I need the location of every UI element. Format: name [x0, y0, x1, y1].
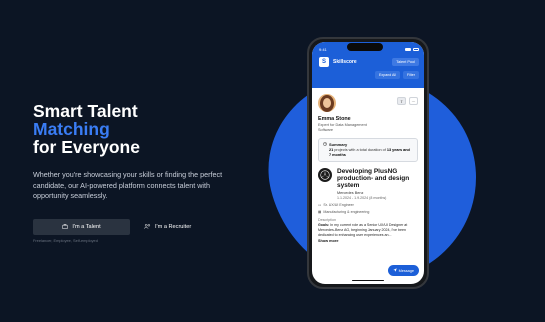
- phone-mockup: 9:41 S Skillscore Talent Pool Expand All…: [307, 37, 429, 289]
- clock-icon: [323, 142, 327, 147]
- summary-title-label: Summary: [329, 142, 348, 147]
- desc-body: In my current role as a Senior UX/UI Des…: [318, 223, 408, 238]
- job-info: Developing PlusNG production- and design…: [337, 168, 418, 200]
- recruiter-button[interactable]: I'm a Recruiter: [144, 223, 192, 231]
- profile-role-line1: Expert for Data Management: [318, 123, 367, 127]
- battery-icon: [413, 48, 419, 51]
- briefcase-icon: [62, 223, 69, 231]
- summary-title: Summary: [323, 142, 413, 147]
- status-icons: [405, 48, 419, 51]
- headline-accent: Matching: [33, 119, 110, 139]
- job-position-label: Sr. UX/UI Engineer: [323, 203, 354, 208]
- mercedes-logo-icon: [318, 168, 332, 183]
- message-button-label: Message: [398, 268, 414, 273]
- avatar-face: [323, 98, 331, 108]
- job-entry[interactable]: Developing PlusNG production- and design…: [318, 168, 418, 200]
- profile-actions: ⇪ ⋯: [397, 97, 418, 105]
- talent-pool-button[interactable]: Talent Pool: [392, 58, 419, 66]
- message-button[interactable]: Message: [387, 265, 419, 276]
- job-position: ▭ Sr. UX/UI Engineer: [318, 203, 418, 207]
- toolbar: Expand All Filter: [319, 71, 419, 79]
- show-more-link[interactable]: Show more: [318, 239, 418, 243]
- share-icon[interactable]: ⇪: [397, 97, 406, 105]
- summary-card: Summary 21 projects with a total duratio…: [318, 138, 418, 163]
- dynamic-island: [347, 43, 383, 51]
- summary-text: 21 projects with a total duration of 13 …: [323, 148, 413, 158]
- profile-role: Expert for Data Management Software: [318, 123, 418, 133]
- home-indicator: [352, 279, 384, 281]
- job-dates: 1.1.2024 - 1.9.2024 (8 months): [337, 196, 387, 201]
- description-label: Description: [318, 218, 336, 223]
- profile-role-line2: Software: [318, 128, 333, 132]
- send-icon: [392, 268, 397, 273]
- avatar: [318, 94, 336, 112]
- users-icon: [144, 223, 151, 231]
- profile-content: ⇪ ⋯ Emma Stone Expert for Data Managemen…: [312, 88, 424, 247]
- app-logo: S: [319, 57, 329, 67]
- talent-button[interactable]: I'm a Talent: [33, 219, 130, 235]
- desc-prefix: Goals:: [318, 223, 330, 228]
- profile-name: Emma Stone: [318, 116, 351, 122]
- job-description: Goals: In my current role as a Senior UX…: [318, 223, 418, 238]
- job-industry: ▦ Manufacturing & engineering: [318, 210, 418, 214]
- brand-name: Skillscore: [333, 59, 357, 65]
- headline-line1: Smart Talent: [33, 101, 138, 121]
- cta-row: I'm a Talent I'm a Recruiter: [33, 219, 191, 235]
- brand-row: S Skillscore Talent Pool: [319, 57, 419, 67]
- factory-icon: ▦: [318, 210, 322, 215]
- signal-icon: [405, 48, 411, 51]
- summary-text-mid: projects with a total duration of: [334, 148, 386, 152]
- talent-types-caption: Freelancer, Employee, Self-employed: [33, 238, 98, 243]
- talent-button-label: I'm a Talent: [72, 224, 101, 230]
- hero-text: Smart Talent Matching for Everyone Wheth…: [33, 102, 248, 202]
- avatar-row: ⇪ ⋯: [318, 94, 418, 112]
- filter-button[interactable]: Filter: [403, 71, 419, 79]
- headline: Smart Talent Matching for Everyone: [33, 102, 248, 156]
- status-time: 9:41: [319, 47, 327, 52]
- hero-subtext: Whether you're showcasing your skills or…: [33, 170, 223, 200]
- headline-line3: for Everyone: [33, 137, 140, 157]
- job-title: Developing PlusNG production- and design…: [337, 168, 410, 190]
- expand-all-button[interactable]: Expand All: [375, 71, 400, 79]
- job-company: Mercedes Benz: [337, 191, 364, 196]
- job-industry-label: Manufacturing & engineering: [323, 210, 370, 215]
- briefcase-small-icon: ▭: [318, 203, 322, 208]
- more-icon[interactable]: ⋯: [409, 97, 418, 105]
- recruiter-button-label: I'm a Recruiter: [155, 224, 192, 230]
- phone-screen: 9:41 S Skillscore Talent Pool Expand All…: [312, 42, 424, 284]
- summary-count: 21: [329, 148, 334, 152]
